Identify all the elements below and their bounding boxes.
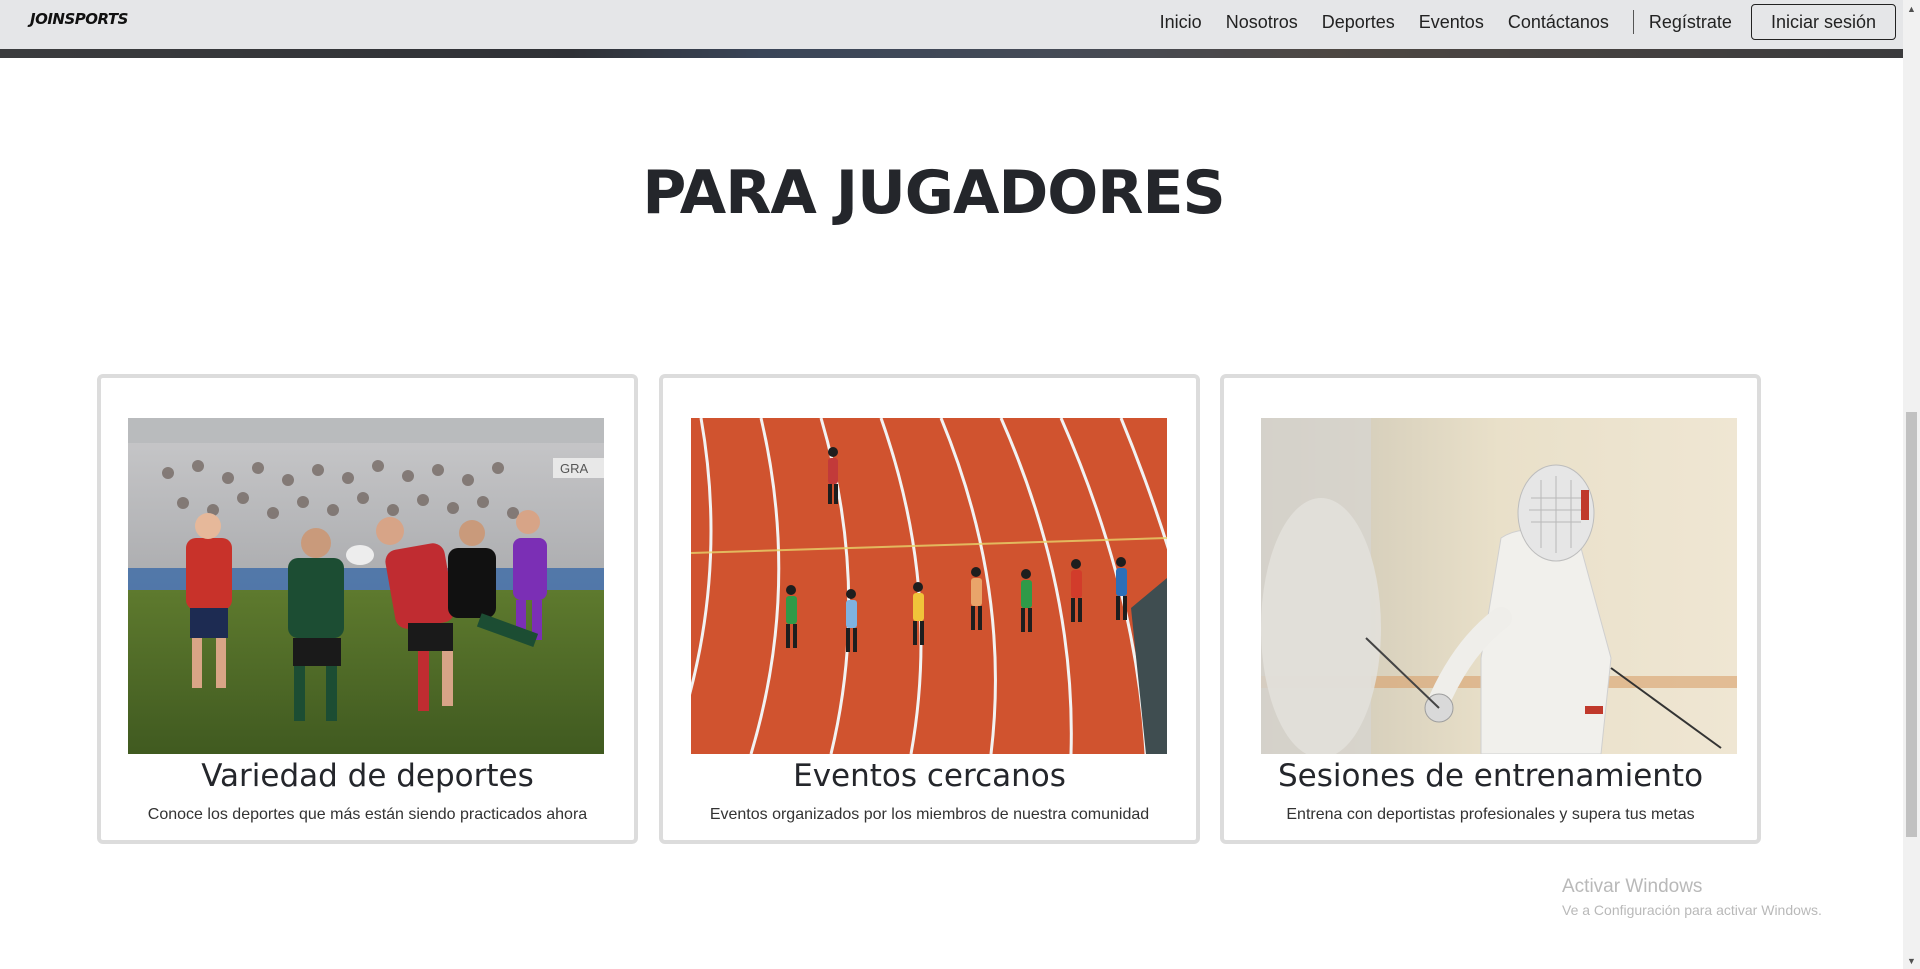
rugby-photo: GRA xyxy=(128,418,604,754)
nav-link-contactanos[interactable]: Contáctanos xyxy=(1508,12,1609,33)
nav-link-inicio[interactable]: Inicio xyxy=(1160,12,1202,33)
fencing-image xyxy=(1261,418,1737,754)
track-photo xyxy=(691,418,1167,754)
card-training-sessions[interactable]: Sesiones de entrenamiento Entrena con de… xyxy=(1220,374,1761,844)
card-title: Eventos cercanos xyxy=(793,758,1066,794)
fencing-photo xyxy=(1261,418,1737,754)
card-sports-variety[interactable]: GRA Variedad de deportes Conoce los depo… xyxy=(97,374,638,844)
scroll-down-arrow-icon[interactable]: ▼ xyxy=(1903,952,1920,969)
scrollbar-thumb[interactable] xyxy=(1906,412,1917,837)
nav-link-nosotros[interactable]: Nosotros xyxy=(1226,12,1298,33)
scroll-up-arrow-icon[interactable]: ▲ xyxy=(1903,0,1920,17)
track-image xyxy=(691,418,1167,754)
nav-links: Inicio Nosotros Deportes Eventos Contáct… xyxy=(1160,0,1904,44)
section-title: PARA JUGADORES xyxy=(642,158,1225,228)
card-description: Entrena con deportistas profesionales y … xyxy=(1286,806,1695,823)
watermark-subtitle: Ve a Configuración para activar Windows. xyxy=(1562,902,1822,918)
top-navbar: JOINSPORTS Inicio Nosotros Deportes Even… xyxy=(0,0,1904,49)
hero-image-strip xyxy=(0,49,1904,58)
card-description: Eventos organizados por los miembros de … xyxy=(709,806,1150,823)
card-nearby-events[interactable]: Eventos cercanos Eventos organizados por… xyxy=(659,374,1200,844)
nav-link-eventos[interactable]: Eventos xyxy=(1419,12,1484,33)
windows-activation-watermark: Activar Windows Ve a Configuración para … xyxy=(1562,876,1822,918)
register-link[interactable]: Regístrate xyxy=(1649,12,1732,33)
card-title: Variedad de deportes xyxy=(201,758,534,794)
card-description: Conoce los deportes que más están siendo… xyxy=(147,806,588,823)
svg-text:GRA: GRA xyxy=(560,461,589,476)
nav-link-deportes[interactable]: Deportes xyxy=(1322,12,1395,33)
page: JOINSPORTS Inicio Nosotros Deportes Even… xyxy=(0,0,1920,969)
watermark-title: Activar Windows xyxy=(1562,876,1703,897)
vertical-scrollbar[interactable]: ▲ ▼ xyxy=(1903,0,1920,969)
nav-divider xyxy=(1632,10,1634,34)
brand-logo[interactable]: JOINSPORTS xyxy=(30,10,128,28)
card-title: Sesiones de entrenamiento xyxy=(1277,758,1704,794)
rugby-image: GRA xyxy=(128,418,604,754)
login-button[interactable]: Iniciar sesión xyxy=(1750,4,1896,40)
